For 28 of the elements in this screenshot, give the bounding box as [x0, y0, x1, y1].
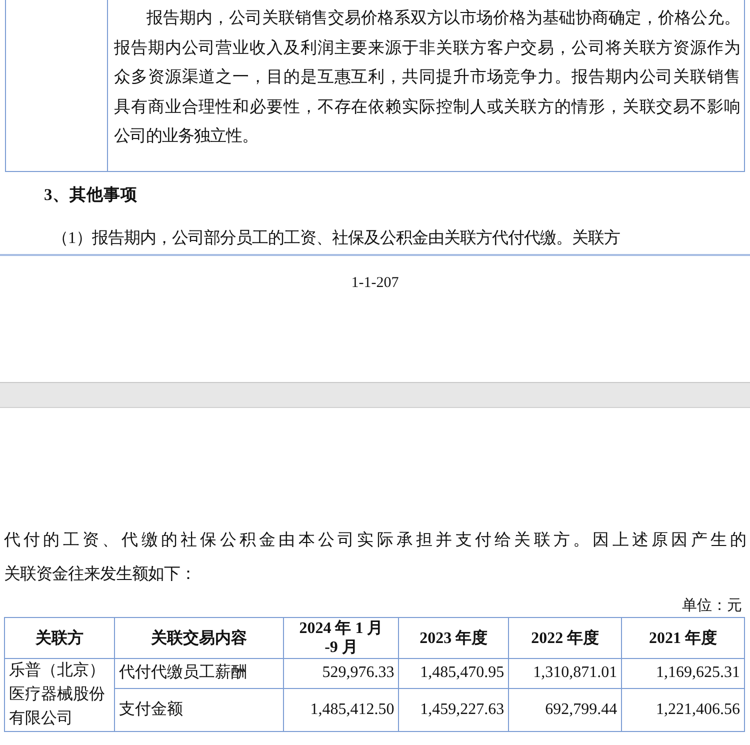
text-line: 报告期内，公司关联销售交易价格系双方以市场价格为基础协商确定，价格公允。	[146, 7, 740, 29]
unit-label: 单位：元	[681, 596, 742, 616]
table-cell: 1,485,412.50	[284, 688, 399, 732]
text-line: 关联资金往来发生额如下：	[4, 563, 197, 585]
page-number: 1-1-207	[350, 274, 400, 293]
table-cell: 乐普（北京）医疗器械股份有限公司	[4, 658, 114, 732]
table-cell: 1,310,871.01	[508, 658, 622, 688]
table-cell: 1,459,227.63	[398, 688, 509, 732]
text-line: 具有商业合理性和必要性，不存在依赖实际控制人或关联方的情形，关联交易不影响	[114, 96, 740, 118]
text-line: 报告期内公司营业收入及利润主要来源于非关联方客户交易，公司将关联方资源作为	[114, 36, 740, 58]
column-header: 2023 年度	[398, 618, 509, 658]
table-cell: 1,221,406.56	[622, 688, 744, 732]
table-cell: 692,799.44	[508, 688, 622, 732]
column-header: 2021 年度	[622, 618, 744, 658]
table-cell: 代付代缴员工薪酬	[114, 658, 284, 688]
text-line: （1）报告期内，公司部分员工的工资、社保及公积金由关联方代付代缴。关联方	[52, 227, 622, 249]
text-line: 公司的业务独立性。	[114, 125, 259, 147]
table-cell: 529,976.33	[284, 658, 399, 688]
column-header: 关联方	[4, 618, 114, 658]
text-line: 众多资源渠道之一，目的是互惠互利，共同提升市场竞争力。报告期内公司关联销售	[114, 66, 740, 88]
column-header: 关联交易内容	[114, 618, 284, 658]
text-line: 代付的工资、代缴的社保公积金由本公司实际承担并支付给关联方。因上述原因产生的	[4, 529, 746, 551]
section-heading: 3、其他事项	[44, 184, 138, 206]
column-header: 2024 年 1 月 -9 月	[284, 618, 399, 658]
table-cell: 1,485,470.95	[398, 658, 509, 688]
table-cell: 支付金额	[114, 688, 284, 732]
column-header: 2022 年度	[508, 618, 622, 658]
table-cell: 1,169,625.31	[622, 658, 744, 688]
